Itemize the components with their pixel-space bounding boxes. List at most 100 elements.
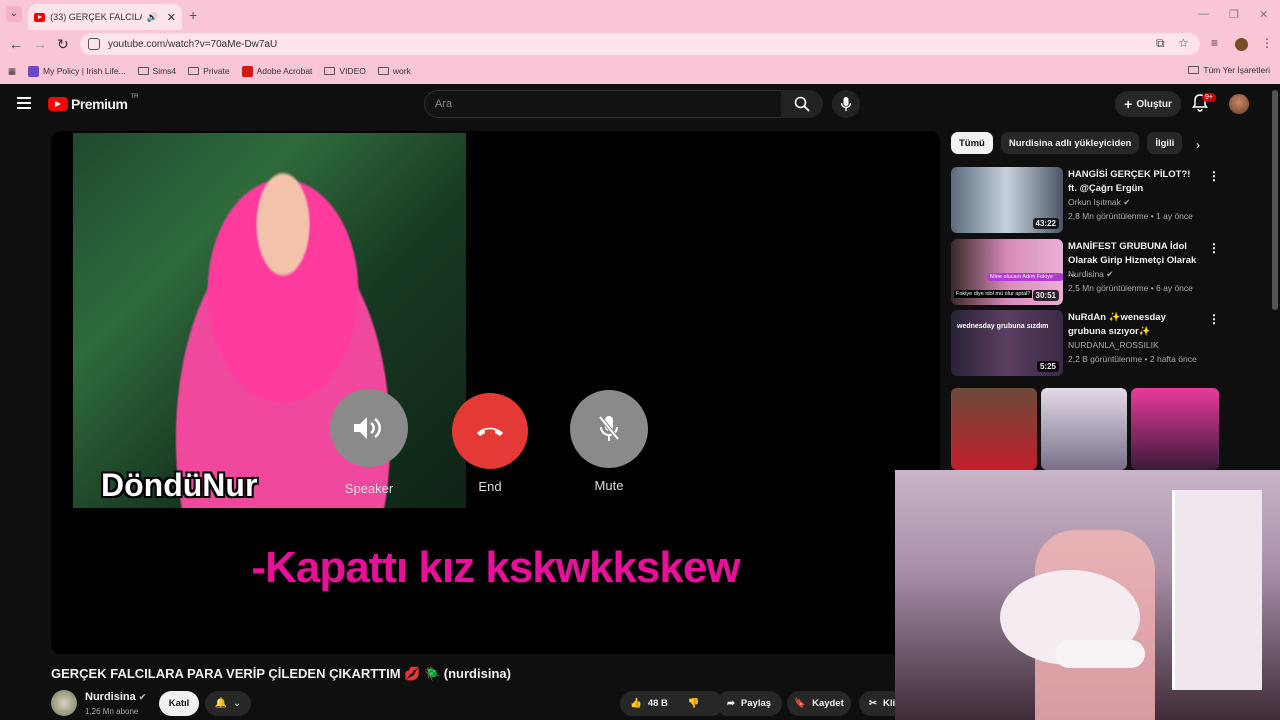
- create-label: Oluştur: [1136, 98, 1172, 110]
- shelf-background: [1172, 490, 1262, 690]
- chevron-down-icon: ⌄: [233, 698, 242, 709]
- like-button[interactable]: 👍 48 B: [630, 698, 668, 709]
- rec-title[interactable]: HANGİSİ GERÇEK PİLOT?! ft. @Çağrı Ergün: [1068, 168, 1198, 195]
- like-dislike-group: 👍 48 B 👎: [620, 691, 724, 716]
- chevron-right-icon[interactable]: ›: [1196, 138, 1200, 152]
- rec-channel[interactable]: Nurdisina ✔: [1068, 269, 1113, 280]
- microphone-prop: [1055, 640, 1145, 668]
- chip-related[interactable]: İlgili: [1147, 132, 1183, 154]
- omnibox[interactable]: youtube.com/watch?v=70aMe-Dw7aU: [80, 33, 1200, 55]
- share-arrow-icon: ➦: [726, 698, 735, 709]
- close-icon[interactable]: ✕: [167, 11, 176, 24]
- more-vert-icon[interactable]: ⋮: [1208, 169, 1220, 183]
- video-player[interactable]: DöndüNur Speaker End Mute -Kapattı kız k…: [51, 131, 940, 654]
- channel-avatar[interactable]: [51, 690, 77, 716]
- dislike-button[interactable]: 👎: [688, 698, 700, 709]
- account-avatar[interactable]: [1229, 94, 1249, 114]
- new-tab-icon[interactable]: +: [189, 7, 197, 23]
- subscription-bell-button[interactable]: 🔔 ⌄: [205, 691, 251, 716]
- all-bookmarks[interactable]: Tüm Yer İşaretleri: [1188, 65, 1270, 75]
- search-input[interactable]: Ara: [424, 90, 782, 118]
- site-info-icon[interactable]: [88, 38, 100, 50]
- voice-search-button[interactable]: [832, 90, 860, 118]
- rec-title[interactable]: NuRdAn ✨wenesday grubuna sızıyor✨: [1068, 311, 1198, 338]
- recommendation-item[interactable]: Mine olucam Adım Fokiye 💜 Fokiye diye id…: [951, 239, 1221, 305]
- channel-name-text: Nurdisina: [85, 691, 136, 703]
- bookmarks-bar: ▦ My Policy | Irish Life... Sims4 Privat…: [0, 58, 1280, 84]
- caller-name: DöndüNur: [101, 467, 258, 503]
- chip-from-uploader[interactable]: Nurdisina adlı yükleyiciden: [1000, 132, 1140, 154]
- video-thumbnail[interactable]: Mine olucam Adım Fokiye 💜 Fokiye diye id…: [951, 239, 1063, 305]
- subscriber-count: 1,26 Mn abone: [85, 707, 139, 716]
- more-vert-icon[interactable]: ⋮: [1208, 241, 1220, 255]
- video-duration: 30:51: [1032, 290, 1059, 301]
- apps-grid-icon[interactable]: ▦: [8, 66, 16, 77]
- recommendation-item[interactable]: wednesday grubuna sızdım 5:25 NuRdAn ✨we…: [951, 310, 1221, 376]
- webcam-overlay: [895, 470, 1280, 720]
- create-button[interactable]: + Oluştur: [1115, 91, 1181, 117]
- rec-channel[interactable]: Orkun Işıtmak ✔: [1068, 197, 1130, 208]
- speaker-icon: [354, 417, 381, 439]
- hamburger-menu-icon[interactable]: [17, 97, 31, 109]
- chip-all[interactable]: Tümü: [951, 132, 993, 154]
- notification-badge: 9+: [1202, 93, 1216, 102]
- save-button[interactable]: 🔖 Kaydet: [787, 691, 851, 716]
- clip-label: Kli: [882, 698, 896, 709]
- bookmark-item[interactable]: My Policy | Irish Life...: [28, 65, 126, 77]
- folder-icon: [377, 67, 389, 75]
- shorts-thumbnail[interactable]: [1131, 388, 1219, 470]
- shorts-thumbnail[interactable]: [951, 388, 1037, 470]
- video-thumbnail[interactable]: 43:22: [951, 167, 1063, 233]
- menu-kebab-icon[interactable]: ⋮: [1261, 36, 1273, 50]
- page-scrollbar[interactable]: [1272, 90, 1278, 310]
- video-thumbnail[interactable]: wednesday grubuna sızdım 5:25: [951, 310, 1063, 376]
- thumbs-up-icon: 👍: [630, 698, 642, 709]
- search-placeholder: Ara: [435, 98, 453, 110]
- minimize-icon[interactable]: —: [1198, 8, 1209, 20]
- rec-meta: 2,8 Mn görüntülenme • 1 ay önce: [1068, 211, 1193, 221]
- youtube-logo[interactable]: Premium TR: [48, 94, 138, 112]
- window-close-icon[interactable]: ✕: [1259, 8, 1268, 21]
- irishlife-favicon-icon: [28, 65, 40, 77]
- rec-channel-text: Orkun Işıtmak: [1068, 197, 1121, 207]
- logo-text: Premium: [71, 96, 128, 112]
- back-icon[interactable]: ←: [9, 36, 23, 52]
- tab-title: (33) GERÇEK FALCILARA PARA VERİP: [50, 12, 141, 22]
- rec-channel-text: Nurdisina: [1068, 269, 1104, 279]
- bookmark-item[interactable]: Adobe Acrobat: [241, 65, 312, 77]
- star-icon[interactable]: ☆: [1178, 36, 1189, 50]
- cast-icon[interactable]: ⧉: [1156, 36, 1165, 51]
- bookmark-folder[interactable]: VIDEO: [324, 66, 366, 76]
- bookmark-folder[interactable]: Sims4: [137, 66, 176, 76]
- bookmark-folder[interactable]: work: [377, 66, 411, 76]
- restore-icon[interactable]: ❐: [1229, 8, 1239, 21]
- speaker-label: Speaker: [344, 481, 394, 496]
- folder-icon: [1188, 66, 1200, 74]
- verified-check-icon: ✔: [138, 692, 147, 702]
- forward-icon[interactable]: →: [33, 36, 47, 52]
- rec-channel[interactable]: NURDANLA_ROSSILIK: [1068, 340, 1159, 350]
- plus-icon: +: [1124, 96, 1133, 112]
- rec-meta: 2,5 Mn görüntülenme • 6 ay önce: [1068, 283, 1193, 293]
- bookmark-folder[interactable]: Private: [188, 66, 230, 76]
- tab-youtube[interactable]: (33) GERÇEK FALCILARA PARA VERİP 🔊 ✕: [28, 4, 182, 30]
- speaker-icon[interactable]: 🔊: [147, 12, 158, 23]
- reload-icon[interactable]: ↻: [57, 36, 69, 53]
- mic-off-icon: [598, 415, 620, 441]
- more-vert-icon[interactable]: ⋮: [1208, 312, 1220, 326]
- bell-icon: 🔔: [214, 698, 228, 709]
- share-button[interactable]: ➦ Paylaş: [716, 691, 782, 716]
- recommendation-item[interactable]: 43:22 HANGİSİ GERÇEK PİLOT?! ft. @Çağrı …: [951, 167, 1221, 233]
- channel-name[interactable]: Nurdisina ✔: [85, 691, 146, 703]
- media-icon[interactable]: ≡: [1211, 36, 1218, 50]
- tab-search-icon[interactable]: ⌄: [6, 6, 22, 22]
- acrobat-favicon-icon: [241, 65, 253, 77]
- rec-meta: 2,2 B görüntülenme • 2 hafta önce: [1068, 354, 1197, 364]
- folder-icon: [137, 67, 149, 75]
- shorts-thumbnail[interactable]: [1041, 388, 1127, 470]
- search-button[interactable]: [781, 90, 823, 118]
- join-button[interactable]: Katıl: [159, 691, 199, 716]
- tab-bar: ⌄ (33) GERÇEK FALCILARA PARA VERİP 🔊 ✕ +…: [0, 0, 1280, 30]
- profile-avatar[interactable]: [1235, 38, 1248, 51]
- scissors-icon: ✂: [869, 698, 877, 709]
